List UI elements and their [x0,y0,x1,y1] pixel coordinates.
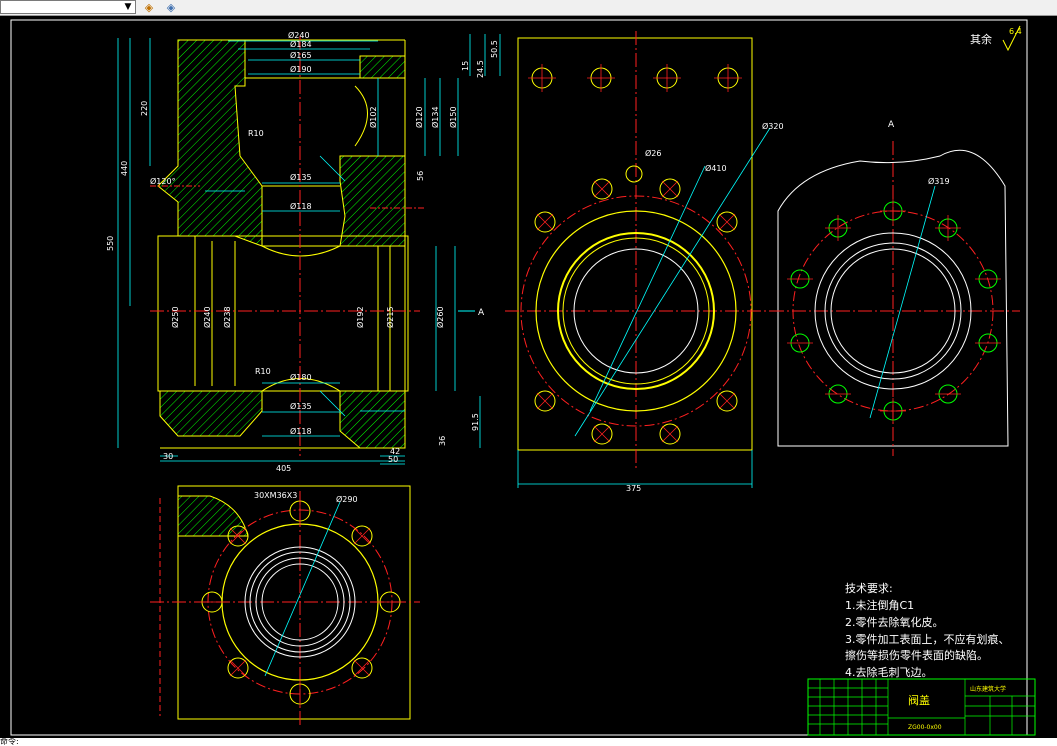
roughness-label: 其余 [970,32,992,46]
dim-d240b: Ø240 [202,306,212,328]
dim-h505: 50.5 [490,40,499,58]
dim-d134: Ø134 [430,106,440,128]
layer-combo[interactable]: ▼ [0,0,136,14]
dim-d260: Ø260 [435,306,445,328]
layer-states-icon[interactable]: ◈ [140,0,158,15]
dim-r10a: R10 [248,129,264,138]
title-block: 阀盖 山东建筑大学 ZG00-0x00 [807,678,1036,736]
dim-d150: Ø150 [448,106,458,128]
view-a: A Ø319 [770,120,1020,456]
dim-w375: 375 [626,484,641,493]
hatch-bottom-right [339,390,406,449]
bottom-boss [177,495,249,537]
dim-d135b: Ø135 [290,401,312,411]
dim-d215: Ø215 [385,306,395,328]
layer-manager-icon[interactable]: ◈ [162,0,180,15]
dim-w30: 30 [163,452,173,461]
dim-r10b: R10 [255,367,271,376]
dim-h15: 15 [461,61,470,71]
drawing-canvas[interactable]: 其余 6.4 Ø240 Ø184 Ø165 Ø190 Ø135 Ø118 Ø18… [0,16,1057,738]
dim-d135a: Ø135 [290,172,312,182]
dim-h915: 91.5 [471,413,480,431]
dim-d250: Ø250 [170,306,180,328]
dim-w50: 50 [388,455,398,464]
hatch-right-flange-top [359,55,406,79]
dim-d180: Ø180 [290,372,312,382]
section-marker-left: A [478,308,485,318]
hatch-right-mid [339,155,406,247]
dim-d240: Ø240 [288,30,310,40]
chevron-down-icon[interactable]: ▼ [122,1,134,13]
note-1: 1.未注倒角C1 [845,598,914,612]
section-marker-right: A [888,120,895,130]
dim-h56: 56 [416,171,425,181]
notes-title: 技术要求: [845,582,893,595]
dim-d165: Ø165 [290,50,312,60]
surface-roughness: 其余 6.4 [970,25,1022,52]
dim-d410: Ø410 [705,163,727,173]
dim-a120: Ø120° [150,176,176,186]
note-4: 4.去除毛刺飞边。 [845,665,933,679]
dim-h36: 36 [438,436,447,446]
dim-h245: 24.5 [476,60,485,78]
school-name: 山东建筑大学 [970,685,1006,693]
dim-h440: 440 [120,161,129,176]
dim-d192: Ø192 [355,306,365,328]
note-3: 3.零件加工表面上，不应有划痕、 [845,632,1010,646]
technical-notes: 技术要求: 1.未注倒角C1 2.零件去除氧化皮。 3.零件加工表面上，不应有划… [845,582,1010,679]
dim-d102: Ø102 [368,106,378,128]
note-2: 2.零件去除氧化皮。 [845,615,944,629]
dim-w405: 405 [276,464,291,473]
bottom-view: 30XM36X3 Ø290 [150,485,420,728]
dim-d118b: Ø118 [290,426,312,436]
drawing-code: ZG00-0x00 [908,724,942,731]
command-prompt: 命令: [0,738,19,746]
dim-d290: Ø290 [336,494,358,504]
flange-view: Ø320 Ø26 Ø410 375 [505,31,784,493]
dim-d238: Ø238 [222,306,232,328]
dim-d120: Ø120 [414,106,424,128]
dim-d319: Ø319 [928,176,950,186]
dim-d26: Ø26 [645,148,661,158]
dim-d190: Ø190 [290,64,312,74]
dim-h550: 550 [106,236,115,251]
hatch-left-wall [157,39,263,247]
hatch-bottom [159,390,263,437]
dim-d118a: Ø118 [290,201,312,211]
command-line[interactable]: 命令: [0,738,1057,746]
dim-thread: 30XM36X3 [254,491,297,500]
dim-d320: Ø320 [762,121,784,131]
part-name: 阀盖 [908,693,930,707]
note-3b: 擦伤等损伤零件表面的缺陷。 [845,648,988,662]
dim-w42: 42 [390,447,400,456]
roughness-value: 6.4 [1009,27,1022,36]
dim-h220: 220 [140,101,149,116]
dim-d184: Ø184 [290,39,312,49]
toolbar: ▼ ◈ ◈ [0,0,1057,16]
section-view: Ø240 Ø184 Ø165 Ø190 Ø135 Ø118 Ø180 Ø135 … [106,30,501,473]
